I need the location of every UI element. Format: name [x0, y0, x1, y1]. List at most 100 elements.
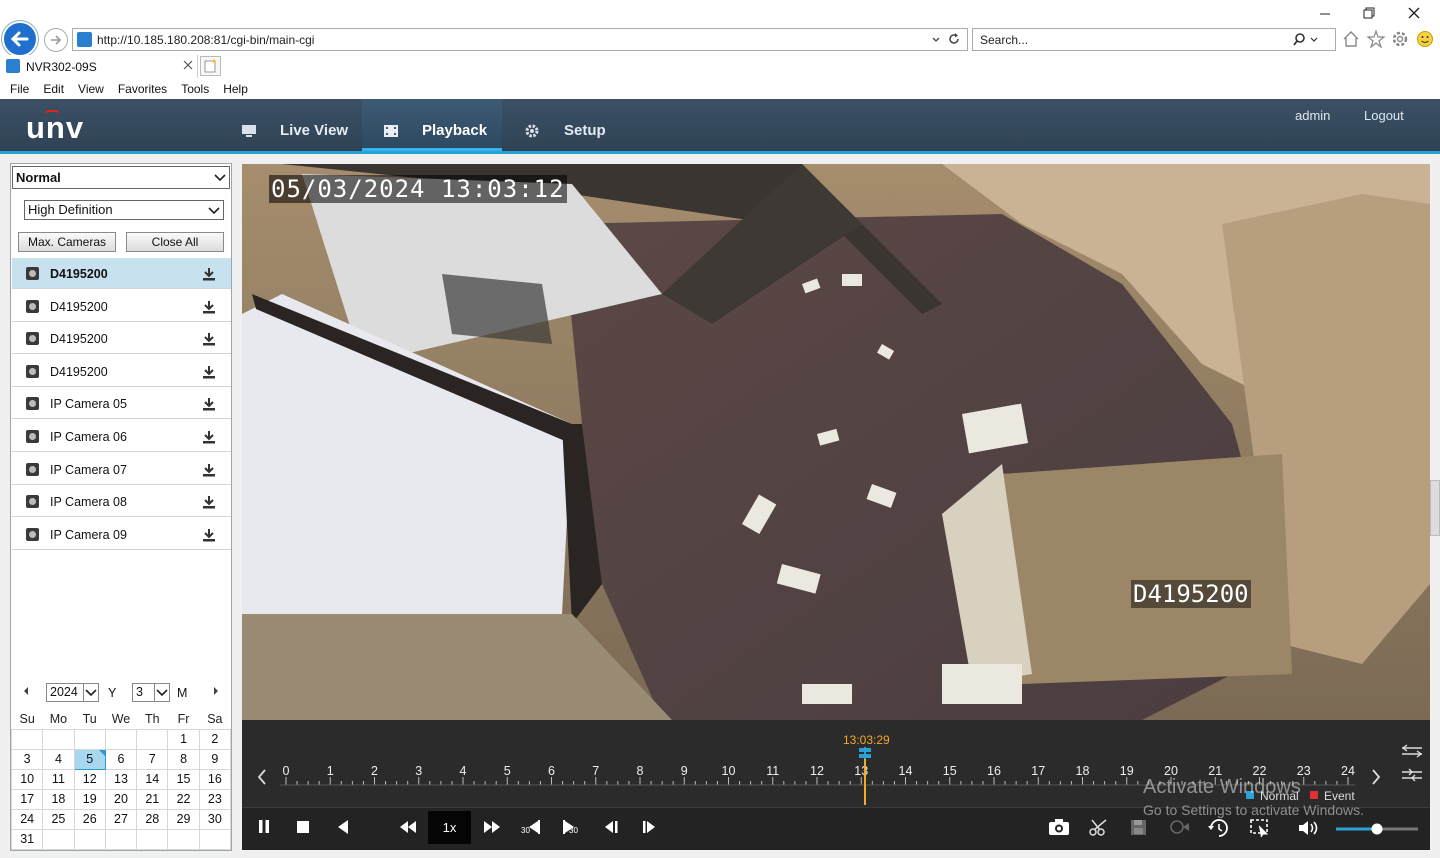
camera-row[interactable]: D4195200: [12, 291, 231, 322]
favorites-star-icon[interactable]: [1367, 30, 1385, 48]
month-select[interactable]: 3: [132, 683, 170, 702]
calendar-day[interactable]: 9: [198, 748, 232, 770]
home-icon[interactable]: [1342, 30, 1360, 48]
calendar-day[interactable]: 28: [136, 808, 169, 830]
download-icon[interactable]: [202, 365, 216, 379]
calendar-day[interactable]: 3: [10, 748, 44, 770]
download-icon[interactable]: [202, 528, 216, 542]
calendar-day[interactable]: 31: [10, 828, 44, 850]
settings-gear-icon[interactable]: [1391, 30, 1409, 48]
stop-icon[interactable]: [295, 818, 311, 836]
calendar-day[interactable]: 23: [198, 788, 232, 810]
menu-file[interactable]: File: [10, 79, 29, 99]
browser-search-box[interactable]: Search...: [972, 28, 1336, 51]
nav-playback[interactable]: Playback: [362, 99, 502, 151]
download-icon[interactable]: [202, 463, 216, 477]
timeline-cursor-handle[interactable]: [858, 747, 872, 759]
calendar-day[interactable]: 25: [42, 808, 75, 830]
calendar-day[interactable]: 15: [167, 768, 200, 790]
side-scroll-handle[interactable]: [1430, 480, 1440, 536]
menu-favorites[interactable]: Favorites: [118, 79, 167, 99]
calendar-day[interactable]: 24: [10, 808, 44, 830]
search-placeholder[interactable]: Search...: [980, 33, 1028, 47]
camera-row[interactable]: IP Camera 05: [12, 388, 231, 420]
calendar-day[interactable]: 19: [73, 788, 106, 810]
calendar-day[interactable]: 14: [136, 768, 169, 790]
calendar-day[interactable]: 4: [42, 748, 75, 770]
slow-down-icon[interactable]: [398, 818, 418, 836]
mode-select[interactable]: Normal: [12, 166, 230, 189]
calendar-day[interactable]: 2: [198, 728, 232, 750]
reverse-play-icon[interactable]: [335, 818, 351, 836]
feedback-smiley-icon[interactable]: [1416, 30, 1434, 48]
calendar-day[interactable]: 17: [10, 788, 44, 810]
next-month-icon[interactable]: [212, 686, 220, 696]
timeline-next-icon[interactable]: [1370, 768, 1382, 786]
volume-slider[interactable]: [1334, 822, 1420, 836]
nav-live-view[interactable]: Live View: [232, 99, 364, 151]
menu-help[interactable]: Help: [223, 79, 248, 99]
close-all-button[interactable]: Close All: [126, 232, 224, 252]
frame-back-icon[interactable]: [602, 818, 620, 836]
speed-up-icon[interactable]: [482, 818, 502, 836]
calendar-day[interactable]: 26: [73, 808, 106, 830]
menu-tools[interactable]: Tools: [181, 79, 209, 99]
download-icon[interactable]: [202, 397, 216, 411]
camera-row[interactable]: IP Camera 06: [12, 421, 231, 452]
volume-icon[interactable]: [1297, 818, 1321, 838]
calendar-day[interactable]: 10: [10, 768, 44, 790]
prev-month-icon[interactable]: [22, 686, 30, 696]
restore-icon[interactable]: [1362, 6, 1376, 20]
zoom-in-timeline-icon[interactable]: [1401, 768, 1423, 782]
max-cameras-button[interactable]: Max. Cameras: [18, 232, 116, 252]
timeline-prev-icon[interactable]: [256, 768, 268, 786]
calendar-day[interactable]: 11: [42, 768, 75, 790]
address-bar[interactable]: http://10.185.180.208:81/cgi-bin/main-cg…: [72, 28, 968, 51]
close-tab-icon[interactable]: [183, 60, 193, 70]
menu-view[interactable]: View: [78, 79, 104, 99]
calendar-day[interactable]: 5: [73, 748, 106, 770]
new-tab-button[interactable]: [200, 56, 221, 76]
camera-row[interactable]: D4195200: [12, 258, 231, 289]
close-window-icon[interactable]: [1407, 6, 1421, 20]
calendar-day[interactable]: 6: [104, 748, 138, 770]
forward-button[interactable]: [44, 28, 68, 52]
download-icon[interactable]: [202, 267, 216, 281]
camera-row[interactable]: IP Camera 08: [12, 486, 231, 518]
calendar-day[interactable]: 21: [136, 788, 169, 810]
snapshot-camera-icon[interactable]: [1048, 818, 1070, 836]
zoom-out-timeline-icon[interactable]: [1401, 744, 1423, 758]
camera-row[interactable]: D4195200: [12, 356, 231, 387]
nav-setup[interactable]: Setup: [515, 99, 625, 151]
calendar-day[interactable]: 8: [167, 748, 200, 770]
calendar-day[interactable]: 12: [73, 768, 106, 790]
download-icon[interactable]: [202, 332, 216, 346]
address-url[interactable]: http://10.185.180.208:81/cgi-bin/main-cg…: [97, 33, 314, 47]
video-player[interactable]: [242, 164, 1430, 720]
calendar-day[interactable]: 20: [104, 788, 138, 810]
pause-icon[interactable]: [256, 818, 272, 836]
address-dropdown-icon[interactable]: [931, 34, 941, 44]
download-icon[interactable]: [202, 495, 216, 509]
playback-speed[interactable]: 1x: [428, 811, 471, 844]
calendar-day[interactable]: 27: [104, 808, 138, 830]
browser-tab[interactable]: NVR302-09S: [0, 55, 198, 78]
menu-edit[interactable]: Edit: [43, 79, 64, 99]
calendar-day[interactable]: 22: [167, 788, 200, 810]
year-select[interactable]: 2024: [46, 683, 99, 702]
download-icon[interactable]: [202, 300, 216, 314]
clip-scissors-icon[interactable]: [1088, 818, 1110, 836]
calendar-day[interactable]: 13: [104, 768, 138, 790]
digital-zoom-icon[interactable]: [1168, 818, 1190, 836]
calendar-day[interactable]: 29: [167, 808, 200, 830]
camera-row[interactable]: IP Camera 09: [12, 519, 231, 550]
minimize-icon[interactable]: [1318, 6, 1332, 20]
skip-forward-30-icon[interactable]: 30: [561, 818, 583, 838]
back-button[interactable]: [2, 21, 38, 57]
skip-back-30-icon[interactable]: 30: [521, 818, 543, 838]
calendar-day[interactable]: 16: [198, 768, 232, 790]
calendar-day[interactable]: 18: [42, 788, 75, 810]
calendar-day[interactable]: 7: [136, 748, 169, 770]
frame-forward-icon[interactable]: [641, 818, 659, 836]
refresh-icon[interactable]: [947, 32, 961, 46]
